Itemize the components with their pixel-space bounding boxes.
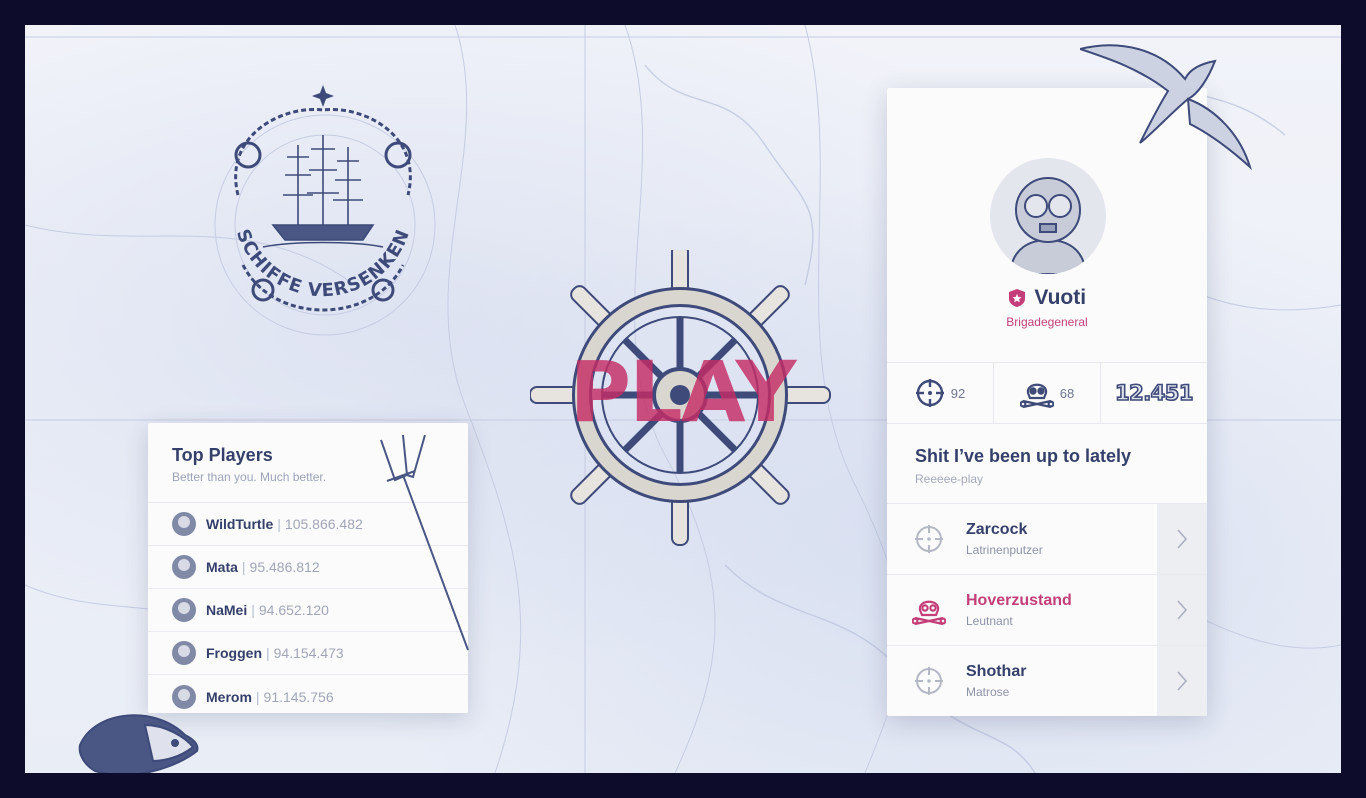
activity-opponent-rank: Leutnant <box>966 614 1013 628</box>
player-name: Mata <box>206 559 238 575</box>
activity-row[interactable]: Hoverzustand Leutnant <box>887 575 1207 646</box>
activity-title: Shit I’ve been up to lately <box>915 446 1132 466</box>
game-stage: SCHIFFE VERSENKEN PLAY Top Players Bette… <box>25 25 1341 773</box>
activity-opponent-name: Shothar <box>966 663 1027 680</box>
profile-stats: 92 68 12.451 <box>887 362 1207 424</box>
rank-shield-icon <box>1008 289 1025 307</box>
player-name: WildTurtle <box>206 516 274 532</box>
player-score: 105.866.482 <box>284 516 363 532</box>
player-score: 95.486.812 <box>249 559 320 575</box>
seagull-icon <box>1080 44 1252 171</box>
crosshair-icon <box>915 667 943 695</box>
player-name: NaMei <box>206 602 248 618</box>
skull-icon <box>1019 383 1054 409</box>
player-score: 94.154.473 <box>273 645 344 661</box>
activity-row[interactable]: Shothar Matrose <box>887 646 1207 716</box>
separator: | <box>277 516 281 532</box>
profile-rank: Brigadegeneral <box>1006 315 1088 329</box>
activity-row[interactable]: Zarcock Latrinenputzer <box>887 504 1207 575</box>
diving-helmet-icon <box>1008 177 1088 274</box>
fish-icon <box>78 714 199 773</box>
activity-list: Zarcock Latrinenputzer Hoverzustand Leut… <box>887 503 1207 716</box>
player-avatar <box>172 512 196 536</box>
stat-score: 12.451 <box>1101 363 1207 423</box>
profile-panel: Vuoti Brigadegeneral 92 68 12.451 Shit I… <box>887 88 1207 716</box>
play-button[interactable]: PLAY <box>547 343 817 441</box>
player-avatar <box>172 641 196 665</box>
activity-opponent-name: Hoverzustand <box>966 592 1072 609</box>
player-name: Froggen <box>206 645 262 661</box>
crosshair-icon <box>915 525 943 553</box>
replay-arrow-button[interactable] <box>1157 575 1207 645</box>
activity-opponent-rank: Latrinenputzer <box>966 543 1043 557</box>
profile-avatar <box>990 158 1106 274</box>
trident-icon <box>380 435 469 651</box>
player-score: 94.652.120 <box>258 602 329 618</box>
player-score: 91.145.756 <box>263 688 334 705</box>
activity-header: Shit I’ve been up to lately Reeeee-play <box>915 446 1131 486</box>
separator: | <box>251 602 255 618</box>
replay-arrow-button[interactable] <box>1157 646 1207 716</box>
player-avatar <box>172 598 196 622</box>
replay-arrow-button[interactable] <box>1157 504 1207 574</box>
stat-kills-value: 68 <box>1059 385 1075 401</box>
player-avatar <box>172 555 196 579</box>
crosshair-icon <box>915 379 944 407</box>
separator: | <box>266 645 270 661</box>
stat-score-value: 12.451 <box>1114 380 1194 406</box>
stat-hits: 92 <box>887 363 994 423</box>
chevron-right-icon <box>1177 529 1188 549</box>
profile-name: Vuoti <box>1034 286 1087 309</box>
activity-subtitle: Reeeee-play <box>915 472 984 486</box>
activity-opponent-name: Zarcock <box>966 521 1028 538</box>
activity-opponent-rank: Matrose <box>966 685 1010 699</box>
profile-name-row: Vuoti <box>887 286 1207 310</box>
separator: | <box>255 688 260 705</box>
player-name: Merom <box>206 688 252 705</box>
separator: | <box>241 559 246 575</box>
game-logo-emblem: SCHIFFE VERSENKEN <box>232 85 413 312</box>
chevron-right-icon <box>1177 600 1188 620</box>
chevron-right-icon <box>1177 671 1188 691</box>
stat-kills: 68 <box>994 363 1101 423</box>
skull-icon <box>912 600 946 626</box>
stat-hits-value: 92 <box>950 385 966 401</box>
